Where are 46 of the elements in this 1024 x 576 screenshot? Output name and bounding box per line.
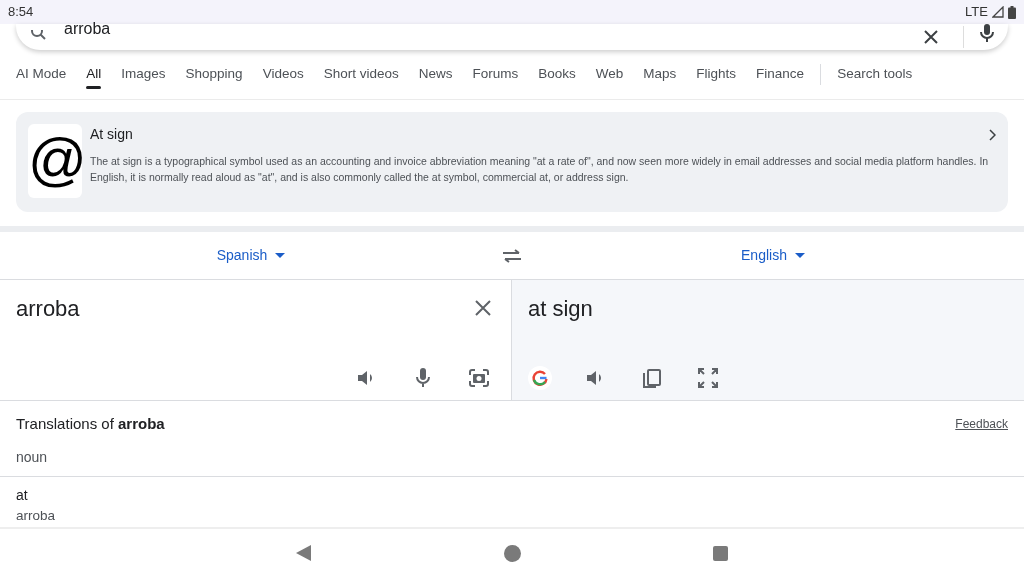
dropdown-caret-icon (794, 253, 805, 258)
search-tab[interactable]: All (76, 50, 112, 99)
translations-heading: Translations of arroba (16, 413, 165, 434)
signal-icon (992, 6, 1004, 18)
dropdown-caret-icon (275, 253, 286, 258)
search-tools-button[interactable]: Search tools (827, 50, 923, 99)
at-sign-image: @ (28, 124, 82, 198)
clear-icon[interactable] (475, 300, 491, 316)
search-field[interactable]: arroba (16, 24, 1008, 50)
source-language-dropdown[interactable]: Spanish (210, 244, 292, 267)
translation-word: at (16, 486, 29, 505)
feedback-link[interactable]: Feedback (955, 415, 1008, 433)
search-tab[interactable]: Shopping (175, 50, 253, 99)
status-time: 8:54 (8, 3, 34, 22)
search-tab[interactable]: Maps (633, 50, 687, 99)
back-translation: arroba (16, 507, 57, 525)
source-text-input[interactable]: arroba (16, 292, 80, 325)
copy-icon[interactable] (640, 366, 664, 390)
card-title: At sign (90, 125, 133, 144)
camera-icon[interactable] (467, 366, 491, 390)
search-tab[interactable]: Web (585, 50, 634, 99)
network-label: LTE (965, 3, 988, 22)
search-tab[interactable]: News (408, 50, 463, 99)
search-tab[interactable]: Images (111, 50, 176, 99)
home-icon[interactable] (504, 544, 521, 562)
microphone-icon[interactable] (980, 24, 994, 42)
fullscreen-icon[interactable] (696, 366, 720, 390)
search-tab[interactable]: Flights (686, 50, 747, 99)
translated-text: at sign (528, 295, 594, 323)
target-language-dropdown[interactable]: English (735, 244, 811, 267)
knowledge-card[interactable] (16, 112, 1008, 212)
battery-icon (1008, 5, 1016, 19)
part-of-speech: noun (16, 448, 49, 467)
google-icon[interactable] (528, 366, 552, 390)
search-tab[interactable]: Videos (252, 50, 314, 99)
search-tab[interactable]: Books (528, 50, 586, 99)
search-tab[interactable]: Forums (462, 50, 529, 99)
search-tab[interactable]: AI Mode (16, 50, 77, 99)
search-tab[interactable]: Finance (746, 50, 815, 99)
card-description: The at sign is a typographical symbol used as an accounting and invoice abbreviation meaning "at a rate of", and now seen more widely in email addresses and social media platform handles. In English, it is normally read aloud as "at", and is also commonly called the at symbol, commercial at, or address sign. (90, 154, 990, 185)
chevron-right-icon (988, 128, 996, 141)
clear-icon[interactable] (923, 29, 939, 45)
back-icon[interactable] (296, 545, 312, 561)
search-tab[interactable]: Short videos (313, 50, 409, 99)
swap-icon[interactable] (502, 248, 522, 263)
recents-icon[interactable] (713, 545, 728, 561)
